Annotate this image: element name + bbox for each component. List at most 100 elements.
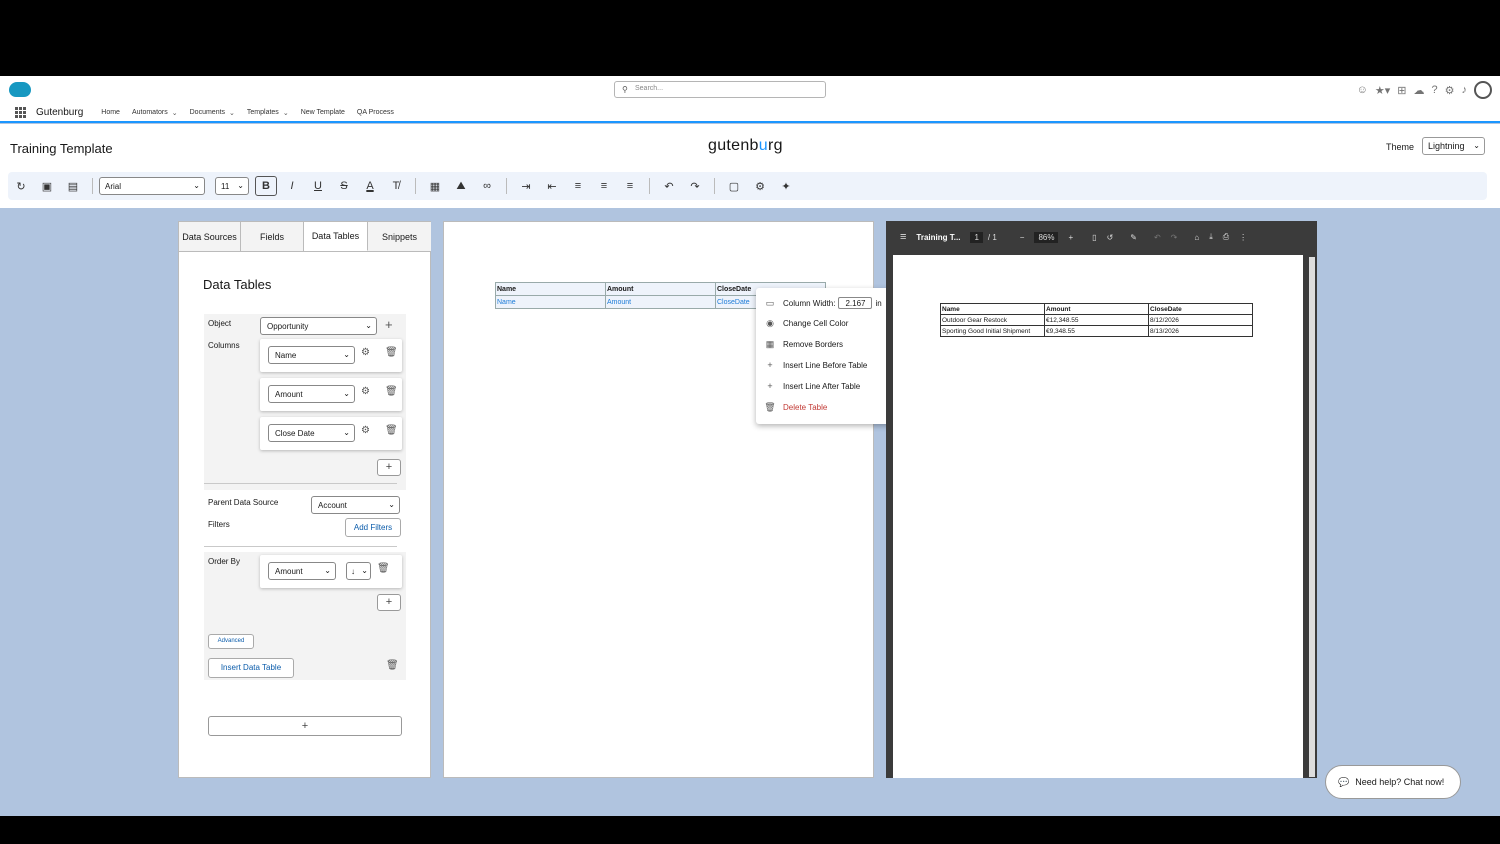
chat-button[interactable]: 💬 Need help? Chat now! (1325, 765, 1461, 799)
annotate-icon[interactable]: ⌂ (1194, 233, 1199, 242)
column-select[interactable]: Amount ⌄ (268, 385, 355, 403)
favorites-icon[interactable]: ★▾ (1375, 84, 1390, 97)
add-data-table-button[interactable]: + (208, 716, 402, 736)
strikethrough-icon[interactable]: S (331, 176, 357, 196)
global-search-input[interactable]: ⚲ Search... (614, 81, 826, 98)
column-select[interactable]: Name ⌄ (268, 346, 355, 364)
settings-gear-icon[interactable]: ⚙ (747, 176, 773, 196)
app-launcher-icon[interactable] (15, 107, 26, 118)
draw-icon[interactable]: ✎ (1130, 233, 1137, 242)
nav-item-new-template[interactable]: New Template (301, 109, 345, 116)
trash-icon[interactable]: 🗑 (385, 425, 398, 436)
rotate-icon[interactable]: ↺ (1107, 233, 1114, 242)
user-avatar[interactable] (1474, 81, 1492, 99)
change-cell-color-item[interactable]: ◉ Change Cell Color (764, 318, 848, 329)
table-cell[interactable]: Name (495, 282, 606, 296)
clear-formatting-icon[interactable]: T̸ (383, 176, 409, 196)
redo-icon[interactable]: ↷ (682, 176, 708, 196)
magic-wand-icon[interactable]: ✦ (773, 176, 799, 196)
parent-data-source-select[interactable]: Account ⌄ (311, 496, 400, 514)
page-number-input[interactable]: 1 (970, 231, 983, 243)
column-select[interactable]: Close Date ⌄ (268, 424, 355, 442)
notifications-bell-icon[interactable]: ♪ (1462, 84, 1468, 96)
image-icon[interactable]: ⛰ (448, 176, 474, 196)
add-order-button[interactable]: + (377, 594, 401, 611)
indent-icon[interactable]: ⇥ (513, 176, 539, 196)
redo-icon[interactable]: ↷ (1171, 233, 1178, 242)
table-icon[interactable]: ▦ (422, 176, 448, 196)
save-as-icon[interactable]: ▤ (60, 176, 86, 196)
page-scrollbar[interactable] (1488, 208, 1500, 798)
trailhead-icon[interactable]: ☁ (1414, 84, 1425, 97)
underline-icon[interactable]: U (305, 176, 331, 196)
trash-icon[interactable]: 🗑 (386, 660, 399, 671)
tab-data-sources[interactable]: Data Sources (179, 222, 241, 251)
print-icon[interactable]: ⎙ (1223, 232, 1229, 242)
link-icon[interactable]: ∞ (474, 176, 500, 196)
trash-icon[interactable]: 🗑 (385, 386, 398, 397)
nav-item-automators[interactable]: Automators ⌄ (132, 109, 178, 117)
add-icon[interactable]: ⊞ (1397, 84, 1406, 97)
undo-icon[interactable]: ↶ (1154, 233, 1161, 242)
object-select[interactable]: Opportunity ⌄ (260, 317, 377, 335)
outdent-icon[interactable]: ⇤ (539, 176, 565, 196)
tab-snippets[interactable]: Snippets (368, 222, 431, 251)
font-color-icon[interactable]: A (357, 176, 383, 196)
italic-icon[interactable]: I (279, 176, 305, 196)
zoom-out-icon[interactable]: − (1020, 233, 1025, 242)
order-direction-select[interactable]: ↓ ⌄ (346, 562, 371, 580)
pdf-scrollbar[interactable] (1309, 257, 1315, 777)
download-icon[interactable]: ⤓ (1209, 232, 1213, 242)
insert-data-table-button[interactable]: Insert Data Table (208, 658, 294, 678)
gear-icon[interactable]: ⚙ (361, 425, 370, 436)
font-size-select[interactable]: 11 ⌄ (215, 177, 249, 195)
order-by-field-select[interactable]: Amount ⌄ (268, 562, 336, 580)
salesforce-logo-icon[interactable] (9, 82, 31, 97)
delete-table-item[interactable]: 🗑 Delete Table (764, 402, 827, 413)
zoom-in-icon[interactable]: + (1068, 233, 1073, 242)
table-cell[interactable]: Amount (605, 282, 716, 296)
fit-page-icon[interactable]: ▯ (1092, 233, 1096, 242)
zoom-level[interactable]: 86% (1034, 231, 1059, 243)
nav-item-documents[interactable]: Documents ⌄ (190, 109, 235, 117)
table-cell[interactable]: Amount (605, 295, 716, 309)
undo-icon[interactable]: ↶ (656, 176, 682, 196)
bold-icon[interactable]: B (255, 176, 277, 196)
nav-item-templates[interactable]: Templates ⌄ (247, 109, 289, 117)
insert-line-before-item[interactable]: + Insert Line Before Table (764, 360, 867, 370)
plus-icon: + (767, 381, 773, 391)
tab-fields[interactable]: Fields (241, 222, 304, 251)
settings-gear-icon[interactable]: ⚙ (1445, 84, 1455, 97)
align-left-icon[interactable]: ≡ (565, 176, 591, 196)
remove-borders-item[interactable]: ▦ Remove Borders (764, 339, 843, 350)
chevron-down-icon[interactable]: ⌄ (229, 109, 235, 117)
add-object-icon[interactable]: + (385, 317, 393, 332)
trash-icon[interactable]: 🗑 (377, 563, 390, 574)
theme-select[interactable]: Lightning ⌄ (1422, 137, 1485, 155)
add-column-button[interactable]: + (377, 459, 401, 476)
align-right-icon[interactable]: ≡ (617, 176, 643, 196)
gear-icon[interactable]: ⚙ (361, 386, 370, 397)
notes-icon[interactable]: ▢ (721, 176, 747, 196)
refresh-icon[interactable]: ↻ (8, 176, 34, 196)
align-center-icon[interactable]: ≡ (591, 176, 617, 196)
nav-item-qa-process[interactable]: QA Process (357, 109, 394, 116)
table-cell: €9,348.55 (1044, 325, 1149, 337)
font-family-select[interactable]: Arial ⌄ (99, 177, 205, 195)
table-cell[interactable]: Name (495, 295, 606, 309)
help-icon[interactable]: ? (1432, 84, 1438, 96)
assistant-icon[interactable]: ☺ (1357, 84, 1368, 96)
chevron-down-icon[interactable]: ⌄ (283, 109, 289, 117)
gear-icon[interactable]: ⚙ (361, 347, 370, 358)
tab-data-tables[interactable]: Data Tables (304, 222, 368, 251)
more-options-icon[interactable]: ⋮ (1239, 233, 1247, 242)
column-width-input[interactable]: 2.167 (838, 297, 873, 309)
add-filters-button[interactable]: Add Filters (345, 518, 401, 537)
trash-icon[interactable]: 🗑 (385, 347, 398, 358)
chevron-down-icon[interactable]: ⌄ (172, 109, 178, 117)
nav-item-home[interactable]: Home (101, 109, 120, 116)
menu-icon[interactable]: ≡ (900, 231, 906, 243)
save-icon[interactable]: ▣ (34, 176, 60, 196)
insert-line-after-item[interactable]: + Insert Line After Table (764, 381, 860, 391)
advanced-button[interactable]: Advanced (208, 634, 254, 649)
